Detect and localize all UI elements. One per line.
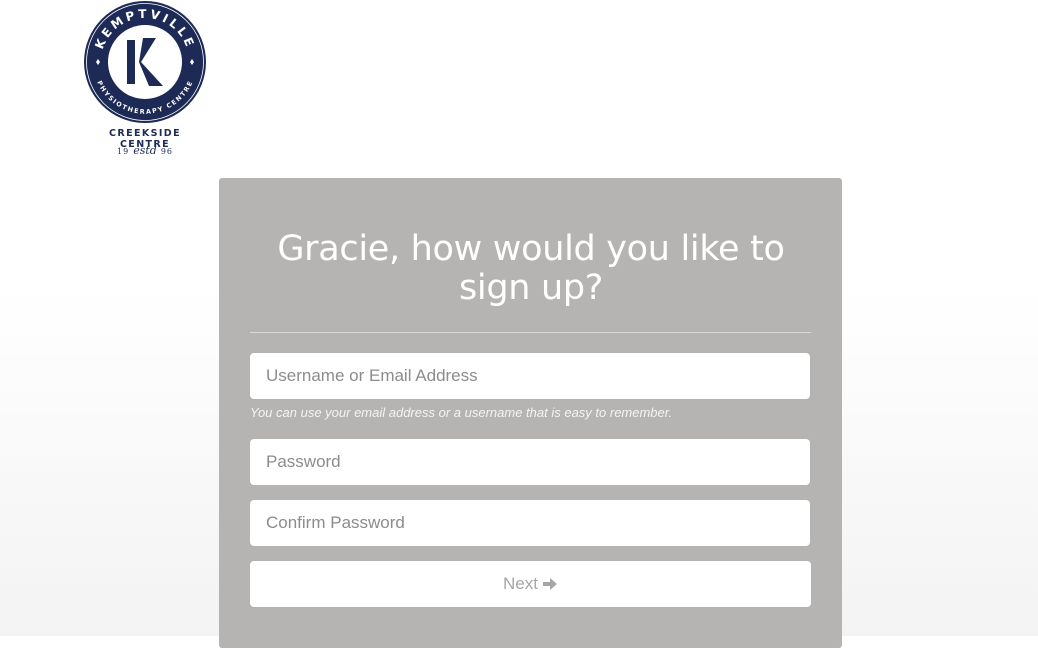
- est-left: 19: [117, 147, 130, 156]
- username-hint: You can use your email address or a user…: [250, 405, 673, 420]
- password-input[interactable]: [250, 439, 810, 485]
- title-divider: [250, 332, 811, 333]
- signup-card: Gracie, how would you like to sign up? Y…: [219, 178, 842, 648]
- est-mid: estd: [133, 144, 157, 157]
- arrow-right-icon: [542, 578, 557, 590]
- logo-established: 19 estd 96: [82, 144, 208, 157]
- signup-title: Gracie, how would you like to sign up?: [277, 229, 785, 308]
- next-button-label: Next: [503, 574, 538, 593]
- confirm-password-input[interactable]: [250, 500, 810, 546]
- clinic-logo: KEMPTVILLE PHYSIOTHERAPY CENTRE CREEKSID…: [82, 0, 208, 160]
- est-right: 96: [160, 147, 173, 156]
- kemptville-badge-logo: KEMPTVILLE PHYSIOTHERAPY CENTRE: [84, 1, 206, 123]
- next-button[interactable]: Next: [250, 561, 811, 607]
- username-input[interactable]: [250, 353, 810, 399]
